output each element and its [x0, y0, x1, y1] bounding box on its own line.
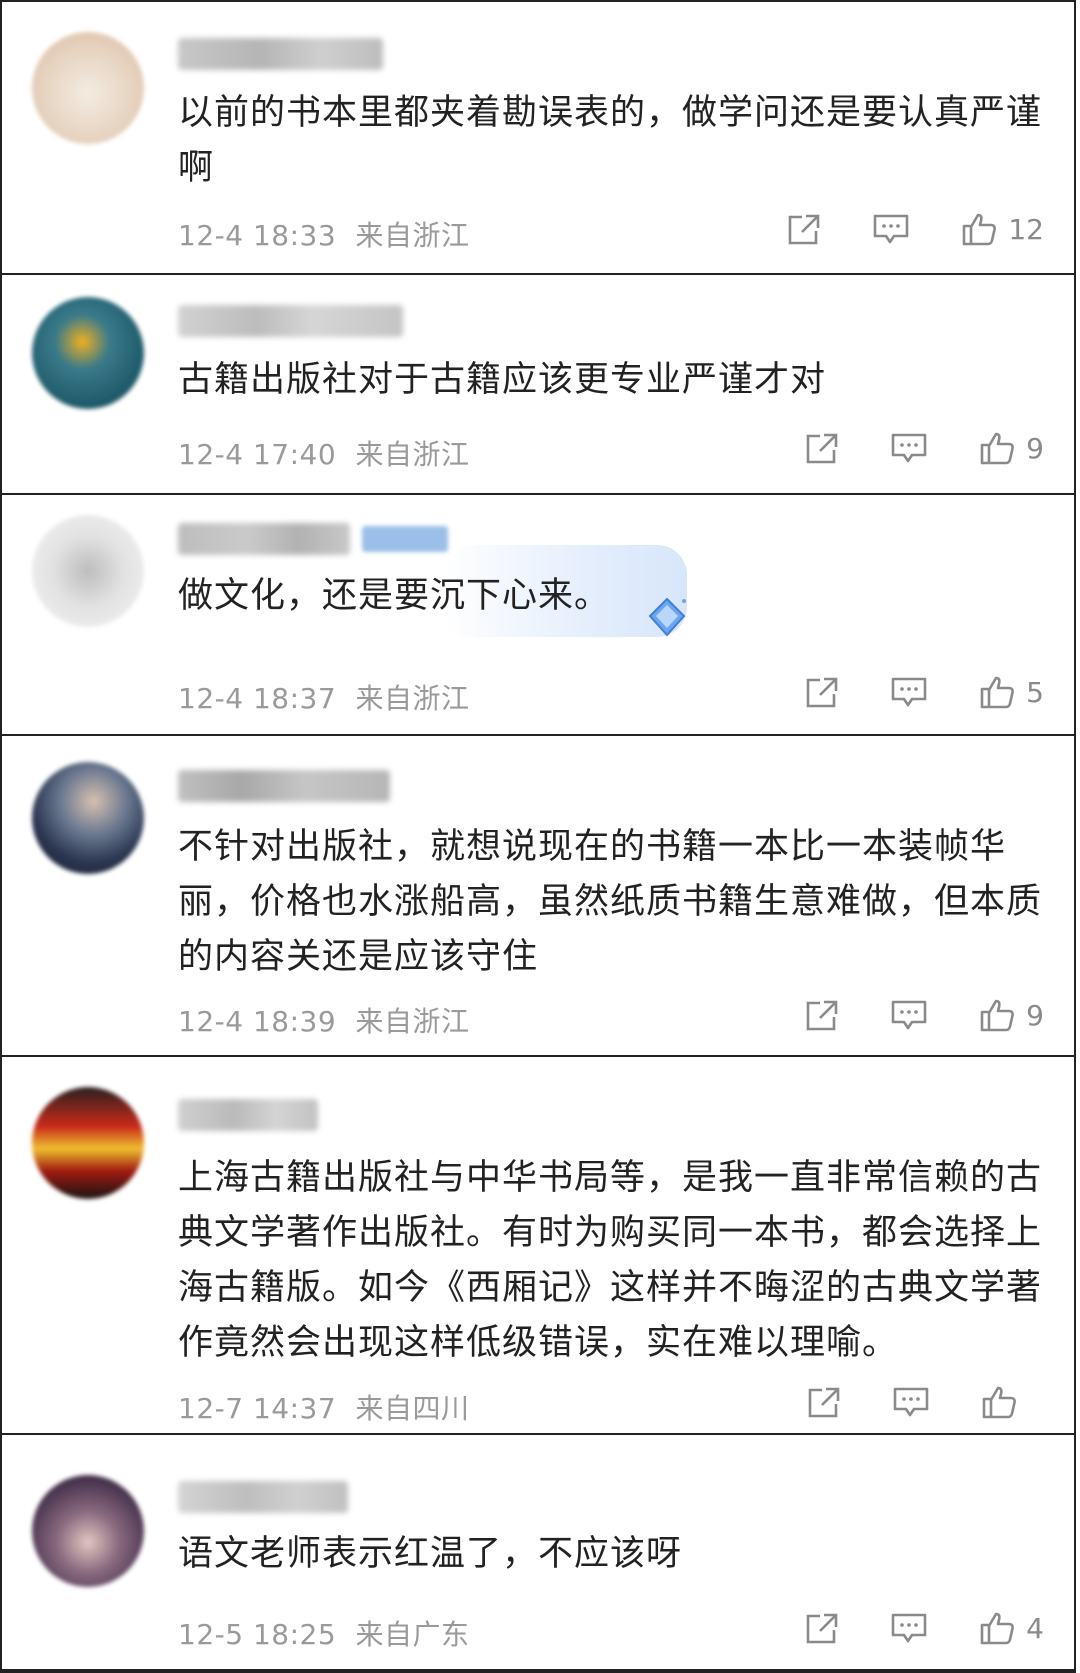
comment-text: 以前的书本里都夹着勘误表的，做学问还是要认真严谨啊: [178, 93, 1043, 188]
comment-date: 12-4 18:39: [178, 1005, 337, 1038]
comment-card: 不针对出版社，就想说现在的书籍一本比一本装帧华丽，价格也水涨船高，虽然纸质书籍生…: [0, 734, 1076, 1057]
like-button[interactable]: 9: [978, 996, 1044, 1034]
comment-text: 古籍出版社对于古籍应该更专业严谨才对: [178, 360, 827, 400]
like-button[interactable]: [980, 1383, 1044, 1421]
avatar[interactable]: [32, 1087, 144, 1199]
comment-text: 不针对出版社，就想说现在的书籍一本比一本装帧华丽，价格也水涨船高，虽然纸质书籍生…: [178, 827, 1043, 977]
username-blurred[interactable]: [178, 305, 403, 337]
username-blurred[interactable]: [178, 523, 350, 555]
avatar[interactable]: [32, 515, 144, 627]
reply-button[interactable]: [890, 431, 928, 465]
comment-card: 语文老师表示红温了，不应该呀 12-5 18:25 来自广东 4: [0, 1433, 1076, 1673]
comment-meta: 12-4 18:37 来自浙江: [178, 677, 470, 717]
share-button[interactable]: [786, 212, 822, 246]
comment-actions: 9: [754, 429, 1044, 467]
comment-meta: 12-5 18:25 来自广东: [178, 1613, 470, 1653]
comment-location: 来自四川: [355, 1392, 470, 1425]
comment-date: 12-4 18:37: [178, 682, 337, 715]
frame-bottom-border: [0, 1669, 1076, 1673]
thumbs-up-icon: [963, 213, 997, 246]
comment-location: 来自广东: [355, 1618, 470, 1651]
comment-location: 来自浙江: [355, 438, 470, 471]
like-count: 9: [1026, 431, 1044, 465]
comment-card: 以前的书本里都夹着勘误表的，做学问还是要认真严谨啊 12-4 18:33 来自浙…: [0, 0, 1076, 275]
comment-icon: [874, 214, 909, 244]
comment-actions: [756, 1383, 1044, 1421]
thumbs-up-icon: [982, 1386, 1016, 1419]
like-button[interactable]: 4: [978, 1609, 1044, 1647]
avatar[interactable]: [32, 32, 144, 144]
share-button[interactable]: [804, 1611, 840, 1645]
comment-location: 来自浙江: [355, 1005, 470, 1038]
comment-text: 上海古籍出版社与中华书局等，是我一直非常信赖的古典文学著作出版社。有时为购买同一…: [178, 1158, 1043, 1363]
comment-icon: [891, 677, 927, 707]
comment-location: 来自浙江: [355, 219, 470, 252]
like-button[interactable]: 12: [960, 210, 1044, 248]
share-icon: [808, 1387, 840, 1418]
comment-meta: 12-4 18:33 来自浙江: [178, 214, 470, 254]
comment-text: 语文老师表示红温了，不应该呀: [178, 1534, 683, 1574]
diamond-sticker-icon: [648, 597, 686, 637]
comment-date: 12-4 18:33: [178, 219, 337, 252]
comment-text: 做文化，还是要沉下心来。: [178, 576, 611, 616]
username-blurred[interactable]: [178, 38, 383, 70]
comment-card: 做文化，还是要沉下心来。 12-4 18:37 来自浙江 5: [0, 493, 1076, 736]
comment-date: 12-4 17:40: [178, 438, 337, 471]
comment-actions: 12: [736, 210, 1044, 248]
username-blurred[interactable]: [178, 1481, 348, 1513]
comment-meta: 12-4 18:39 来自浙江: [178, 1000, 470, 1040]
like-button[interactable]: 5: [978, 673, 1044, 711]
avatar[interactable]: [32, 762, 144, 874]
reply-button[interactable]: [890, 675, 928, 709]
share-button[interactable]: [806, 1385, 842, 1419]
comment-icon: [891, 433, 927, 463]
thumbs-up-icon: [980, 999, 1015, 1032]
comment-card: 上海古籍出版社与中华书局等，是我一直非常信赖的古典文学著作出版社。有时为购买同一…: [0, 1055, 1076, 1435]
comment-location: 来自浙江: [355, 682, 470, 715]
reply-button[interactable]: [892, 1385, 930, 1419]
share-icon: [806, 677, 838, 708]
share-button[interactable]: [804, 998, 840, 1032]
comment-actions: 5: [754, 673, 1044, 711]
thumbs-up-icon: [980, 1612, 1015, 1645]
like-count: 5: [1026, 675, 1044, 709]
comment-actions: 9: [754, 996, 1044, 1034]
thumbs-up-icon: [980, 676, 1015, 709]
comment-date: 12-5 18:25: [178, 1618, 337, 1651]
share-icon: [789, 214, 820, 245]
comment-icon: [891, 1000, 927, 1030]
comment-card: 古籍出版社对于古籍应该更专业严谨才对 12-4 17:40 来自浙江 9: [0, 273, 1076, 495]
comment-date: 12-7 14:37: [178, 1392, 337, 1425]
like-button[interactable]: 9: [978, 429, 1044, 467]
share-icon: [806, 1613, 838, 1644]
reply-button[interactable]: [890, 998, 928, 1032]
avatar[interactable]: [32, 1475, 144, 1587]
reply-button[interactable]: [872, 212, 910, 246]
username-blurred[interactable]: [178, 1099, 318, 1131]
share-icon: [806, 1000, 838, 1031]
reply-button[interactable]: [890, 1611, 928, 1645]
share-button[interactable]: [804, 431, 840, 465]
username-blurred[interactable]: [178, 770, 390, 802]
avatar[interactable]: [32, 297, 144, 409]
user-badge: [362, 526, 448, 552]
thumbs-up-icon: [980, 432, 1015, 465]
like-count: 9: [1026, 998, 1044, 1032]
comment-icon: [891, 1613, 927, 1643]
comment-icon: [893, 1387, 929, 1417]
like-count: 4: [1026, 1611, 1044, 1645]
share-button[interactable]: [804, 675, 840, 709]
comment-meta: 12-7 14:37 来自四川: [178, 1387, 470, 1427]
share-icon: [806, 433, 838, 464]
comment-actions: 4: [754, 1609, 1044, 1647]
like-count: 12: [1008, 212, 1044, 246]
comment-meta: 12-4 17:40 来自浙江: [178, 433, 470, 473]
